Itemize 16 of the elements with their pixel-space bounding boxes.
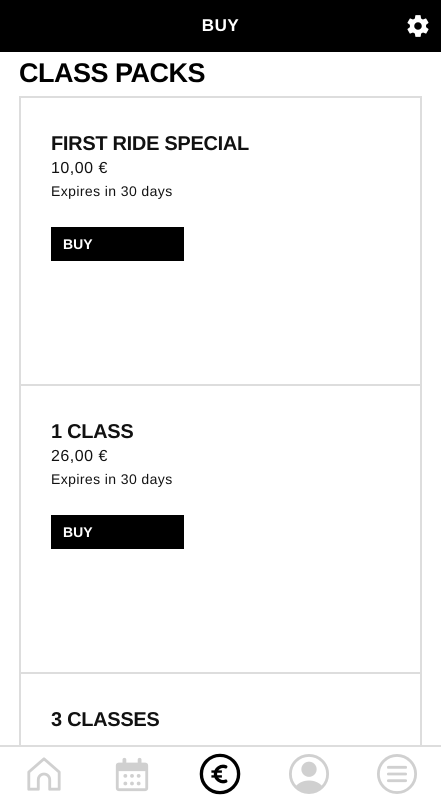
expiry-text: Expires in 30 days [51,471,174,487]
pack-name: 3 CLASSES [51,708,160,732]
section-title: CLASS PACKS [19,58,206,88]
pack-name: 1 CLASS [51,420,134,444]
page-title: BUY [202,16,240,36]
pack-name: FIRST RIDE SPECIAL [51,132,250,156]
profile-icon[interactable] [288,752,330,794]
settings-icon[interactable] [405,13,431,39]
buy-button[interactable]: BUY [51,227,184,261]
pack-price: 10,00 € [51,160,109,178]
expiry-text: Expires in 30 days [51,183,174,199]
home-icon[interactable] [25,754,64,792]
buy-button[interactable]: BUY [51,515,184,549]
menu-icon[interactable] [376,752,418,794]
euro-icon[interactable] [199,752,242,794]
pack-price: 26,00 € [51,448,109,466]
